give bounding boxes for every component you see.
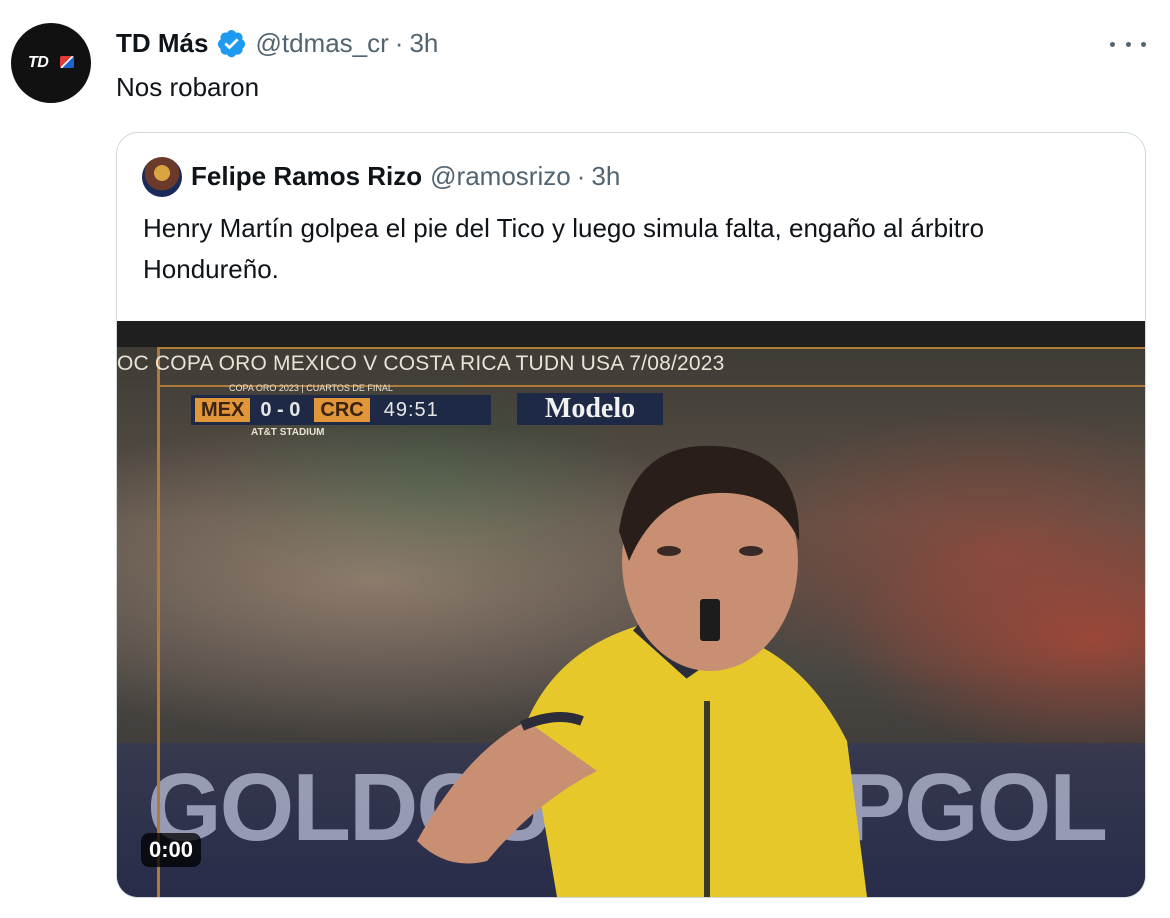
verified-badge-icon (218, 29, 246, 57)
separator: · (576, 161, 586, 191)
scorebug-venue: AT&T STADIUM (251, 427, 325, 438)
video-top-bar (117, 321, 1145, 347)
more-options-icon[interactable] (1110, 36, 1146, 52)
quoted-timestamp[interactable]: 3h (591, 159, 620, 193)
avatar-logo-text: TD (28, 54, 49, 71)
home-team: MEX (195, 398, 251, 422)
away-score: 0 (289, 398, 301, 421)
flag-icon (60, 56, 74, 68)
score: 0 - 0 (260, 399, 300, 422)
quoted-tweet[interactable]: Felipe Ramos Rizo @ramosrizo · 3h Henry … (116, 132, 1146, 898)
timestamp[interactable]: 3h (409, 26, 438, 60)
tweet-header: TD Más @tdmas_cr · 3h (116, 26, 438, 60)
separator: · (394, 28, 404, 58)
dot-icon (1110, 41, 1115, 47)
scorebug-subtitle: COPA ORO 2023 | CUARTOS DE FINAL (229, 383, 393, 393)
user-handle[interactable]: @tdmas_cr (255, 26, 388, 60)
td-mas-logo: TD (28, 54, 74, 72)
overlay-line (157, 347, 1145, 349)
broadcast-caption: OC COPA ORO MEXICO V COSTA RICA TUDN USA… (117, 352, 725, 375)
dot-icon (1141, 41, 1146, 47)
tweet-text: Nos robaron (116, 72, 260, 102)
quoted-display-name[interactable]: Felipe Ramos Rizo (191, 159, 422, 193)
display-name[interactable]: TD Más (116, 26, 208, 60)
match-clock: 49:51 (383, 398, 439, 421)
quoted-handle[interactable]: @ramosrizo (430, 159, 571, 193)
home-score: 0 (260, 398, 272, 421)
video-timestamp: 0:00 (141, 833, 202, 867)
referee-figure (417, 445, 867, 897)
away-team: CRC (314, 398, 370, 422)
quoted-header: Felipe Ramos Rizo @ramosrizo · 3h (191, 159, 620, 193)
sponsor-logo: Modelo (517, 393, 663, 425)
overlay-line (157, 347, 160, 897)
scorebug: MEX 0 - 0 CRC 49:51 (191, 395, 491, 425)
video-player[interactable]: GOLDCUP PGOL OC COPA ORO MEXICO V COSTA … (117, 321, 1145, 897)
dot-icon (1125, 41, 1131, 47)
quoted-text: Henry Martín golpea el pie del Tico y lu… (143, 213, 985, 284)
user-avatar[interactable]: TD (11, 23, 91, 103)
score-separator: - (277, 398, 284, 421)
quoted-avatar[interactable] (142, 157, 182, 197)
